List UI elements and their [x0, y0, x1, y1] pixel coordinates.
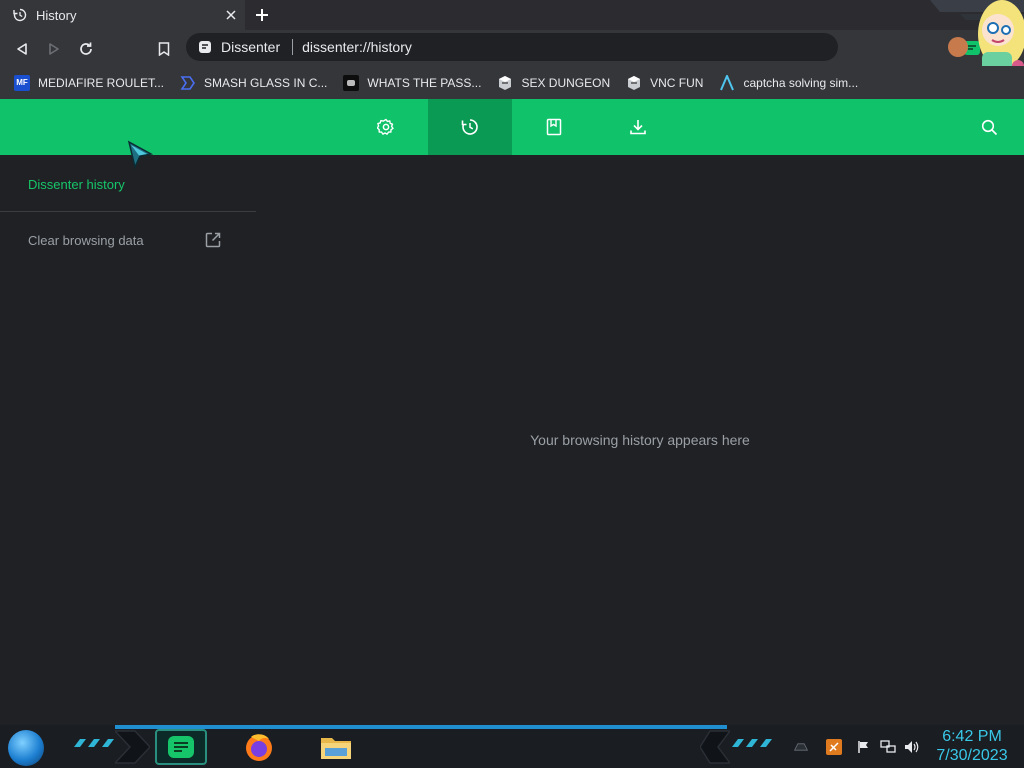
game-icon — [626, 75, 642, 91]
discord-icon — [343, 74, 360, 91]
empty-history-message: Your browsing history appears here — [530, 432, 750, 448]
close-tab-icon[interactable] — [223, 7, 239, 23]
search-icon[interactable] — [978, 116, 1000, 138]
taskbar: 6:42 PM 7/30/2023 — [0, 725, 1024, 768]
site-label: Dissenter — [221, 39, 281, 55]
start-button[interactable] — [8, 730, 44, 766]
action-center-flag-icon[interactable] — [856, 739, 872, 755]
download-icon — [630, 120, 646, 135]
bookmark-mediafire[interactable]: MF MEDIAFIRE ROULET... — [14, 74, 164, 91]
downloads-button[interactable] — [596, 99, 680, 155]
taskbar-firefox[interactable] — [236, 728, 282, 766]
back-icon[interactable] — [12, 39, 32, 59]
show-hidden-icons-icon[interactable] — [793, 739, 809, 755]
bookmark-captcha-solving[interactable]: captcha solving sim... — [719, 74, 858, 91]
sidebar-title[interactable]: Dissenter history — [28, 177, 125, 192]
profile-avatar[interactable] — [948, 37, 968, 57]
bookmark-whats-the-pass[interactable]: WHATS THE PASS... — [343, 74, 481, 91]
mouse-cursor-icon — [127, 140, 153, 170]
taskbar-dissenter[interactable] — [155, 729, 207, 765]
chevron-icon — [180, 75, 196, 91]
network-icon[interactable] — [880, 739, 896, 755]
settings-button[interactable] — [344, 99, 428, 155]
history-sidebar: Dissenter history Clear browsing data — [0, 155, 256, 725]
clear-browsing-data-label: Clear browsing data — [28, 232, 144, 248]
reload-icon[interactable] — [76, 39, 96, 59]
open-external-icon — [204, 231, 222, 249]
browser-toolbar: Dissenter dissenter://history — [0, 30, 1024, 66]
bookmark-book-icon — [546, 118, 562, 136]
divider — [0, 211, 256, 212]
game-icon — [497, 75, 513, 91]
hud-decoration — [74, 739, 114, 747]
bookmarks-button[interactable] — [512, 99, 596, 155]
firefox-icon — [246, 734, 272, 761]
hud-decoration — [115, 730, 150, 764]
dissenter-header — [0, 99, 1024, 155]
history-icon — [13, 8, 27, 22]
volume-icon[interactable] — [904, 739, 920, 755]
hud-decoration — [700, 730, 730, 764]
bookmarks-bar: MF MEDIAFIRE ROULET... SMASH GLASS IN C.… — [0, 66, 1024, 99]
site-chip[interactable]: Dissenter — [198, 39, 280, 55]
gear-icon — [377, 118, 394, 135]
mediafire-icon: MF — [14, 74, 30, 91]
address-bar[interactable]: Dissenter dissenter://history — [186, 33, 1013, 61]
bookmark-icon[interactable] — [154, 39, 174, 59]
tab-title: History — [36, 7, 77, 23]
bookmark-sex-dungeon[interactable]: SEX DUNGEON — [497, 75, 610, 91]
tab-strip: History — [0, 0, 1024, 30]
taskbar-accent-stripe — [115, 725, 727, 729]
bookmark-vnc-fun[interactable]: VNC FUN — [626, 75, 703, 91]
clock-date[interactable]: 7/30/2023 — [930, 747, 1014, 765]
dissenter-icon — [198, 40, 212, 54]
clear-browsing-data-link[interactable]: Clear browsing data — [28, 228, 228, 252]
separator — [292, 39, 294, 55]
dissenter-icon — [168, 736, 194, 758]
clock-time[interactable]: 6:42 PM — [930, 728, 1014, 746]
history-icon — [461, 119, 478, 135]
url-text[interactable]: dissenter://history — [302, 39, 412, 55]
forward-icon[interactable] — [44, 39, 64, 59]
bookmark-smash-glass[interactable]: SMASH GLASS IN C... — [180, 75, 327, 91]
tray-app-icon[interactable] — [826, 739, 842, 755]
history-button[interactable] — [428, 99, 512, 155]
a-icon — [719, 74, 735, 91]
taskbar-file-explorer[interactable] — [313, 728, 359, 766]
folder-icon — [321, 738, 351, 759]
new-tab-icon[interactable] — [252, 5, 272, 25]
hud-decoration — [732, 739, 772, 747]
tab-history[interactable]: History — [0, 0, 245, 30]
